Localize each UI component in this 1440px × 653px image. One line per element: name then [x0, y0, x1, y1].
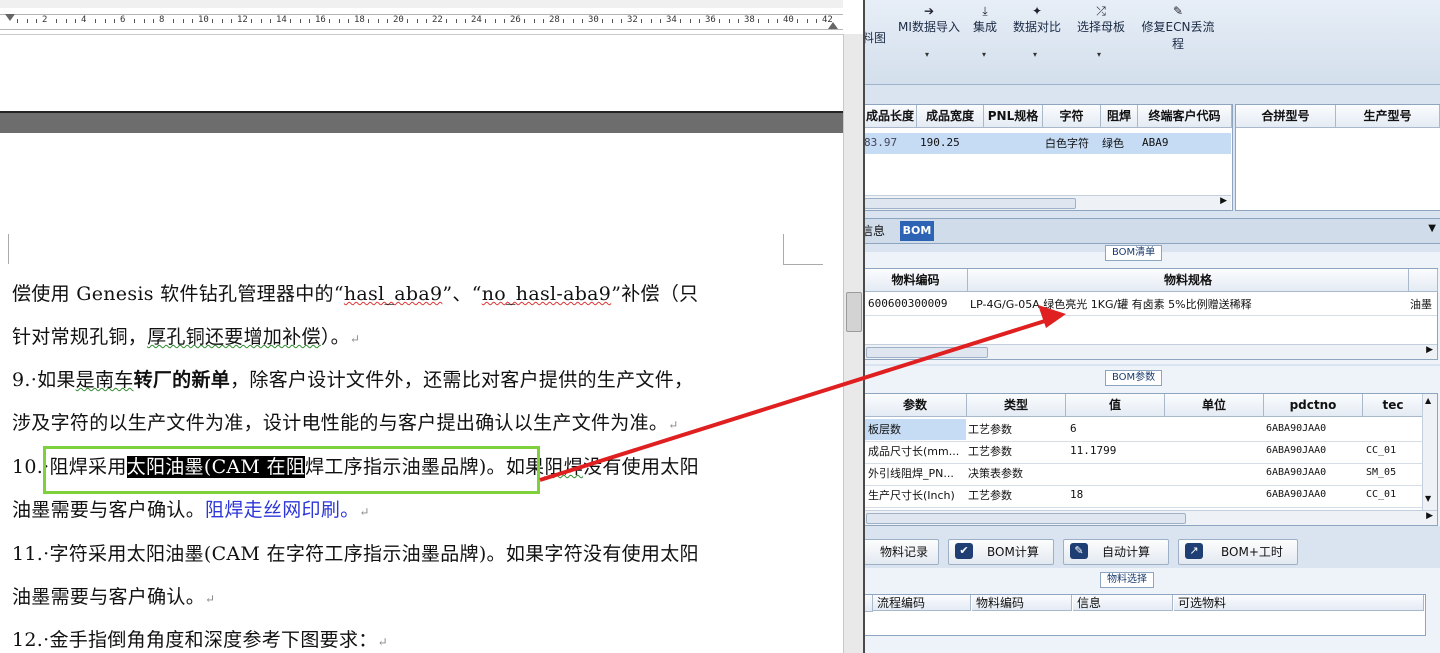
- arrow-head-icon: [1038, 305, 1066, 328]
- arrow-shaft: [539, 318, 1049, 482]
- annotation-arrow: [539, 305, 1066, 482]
